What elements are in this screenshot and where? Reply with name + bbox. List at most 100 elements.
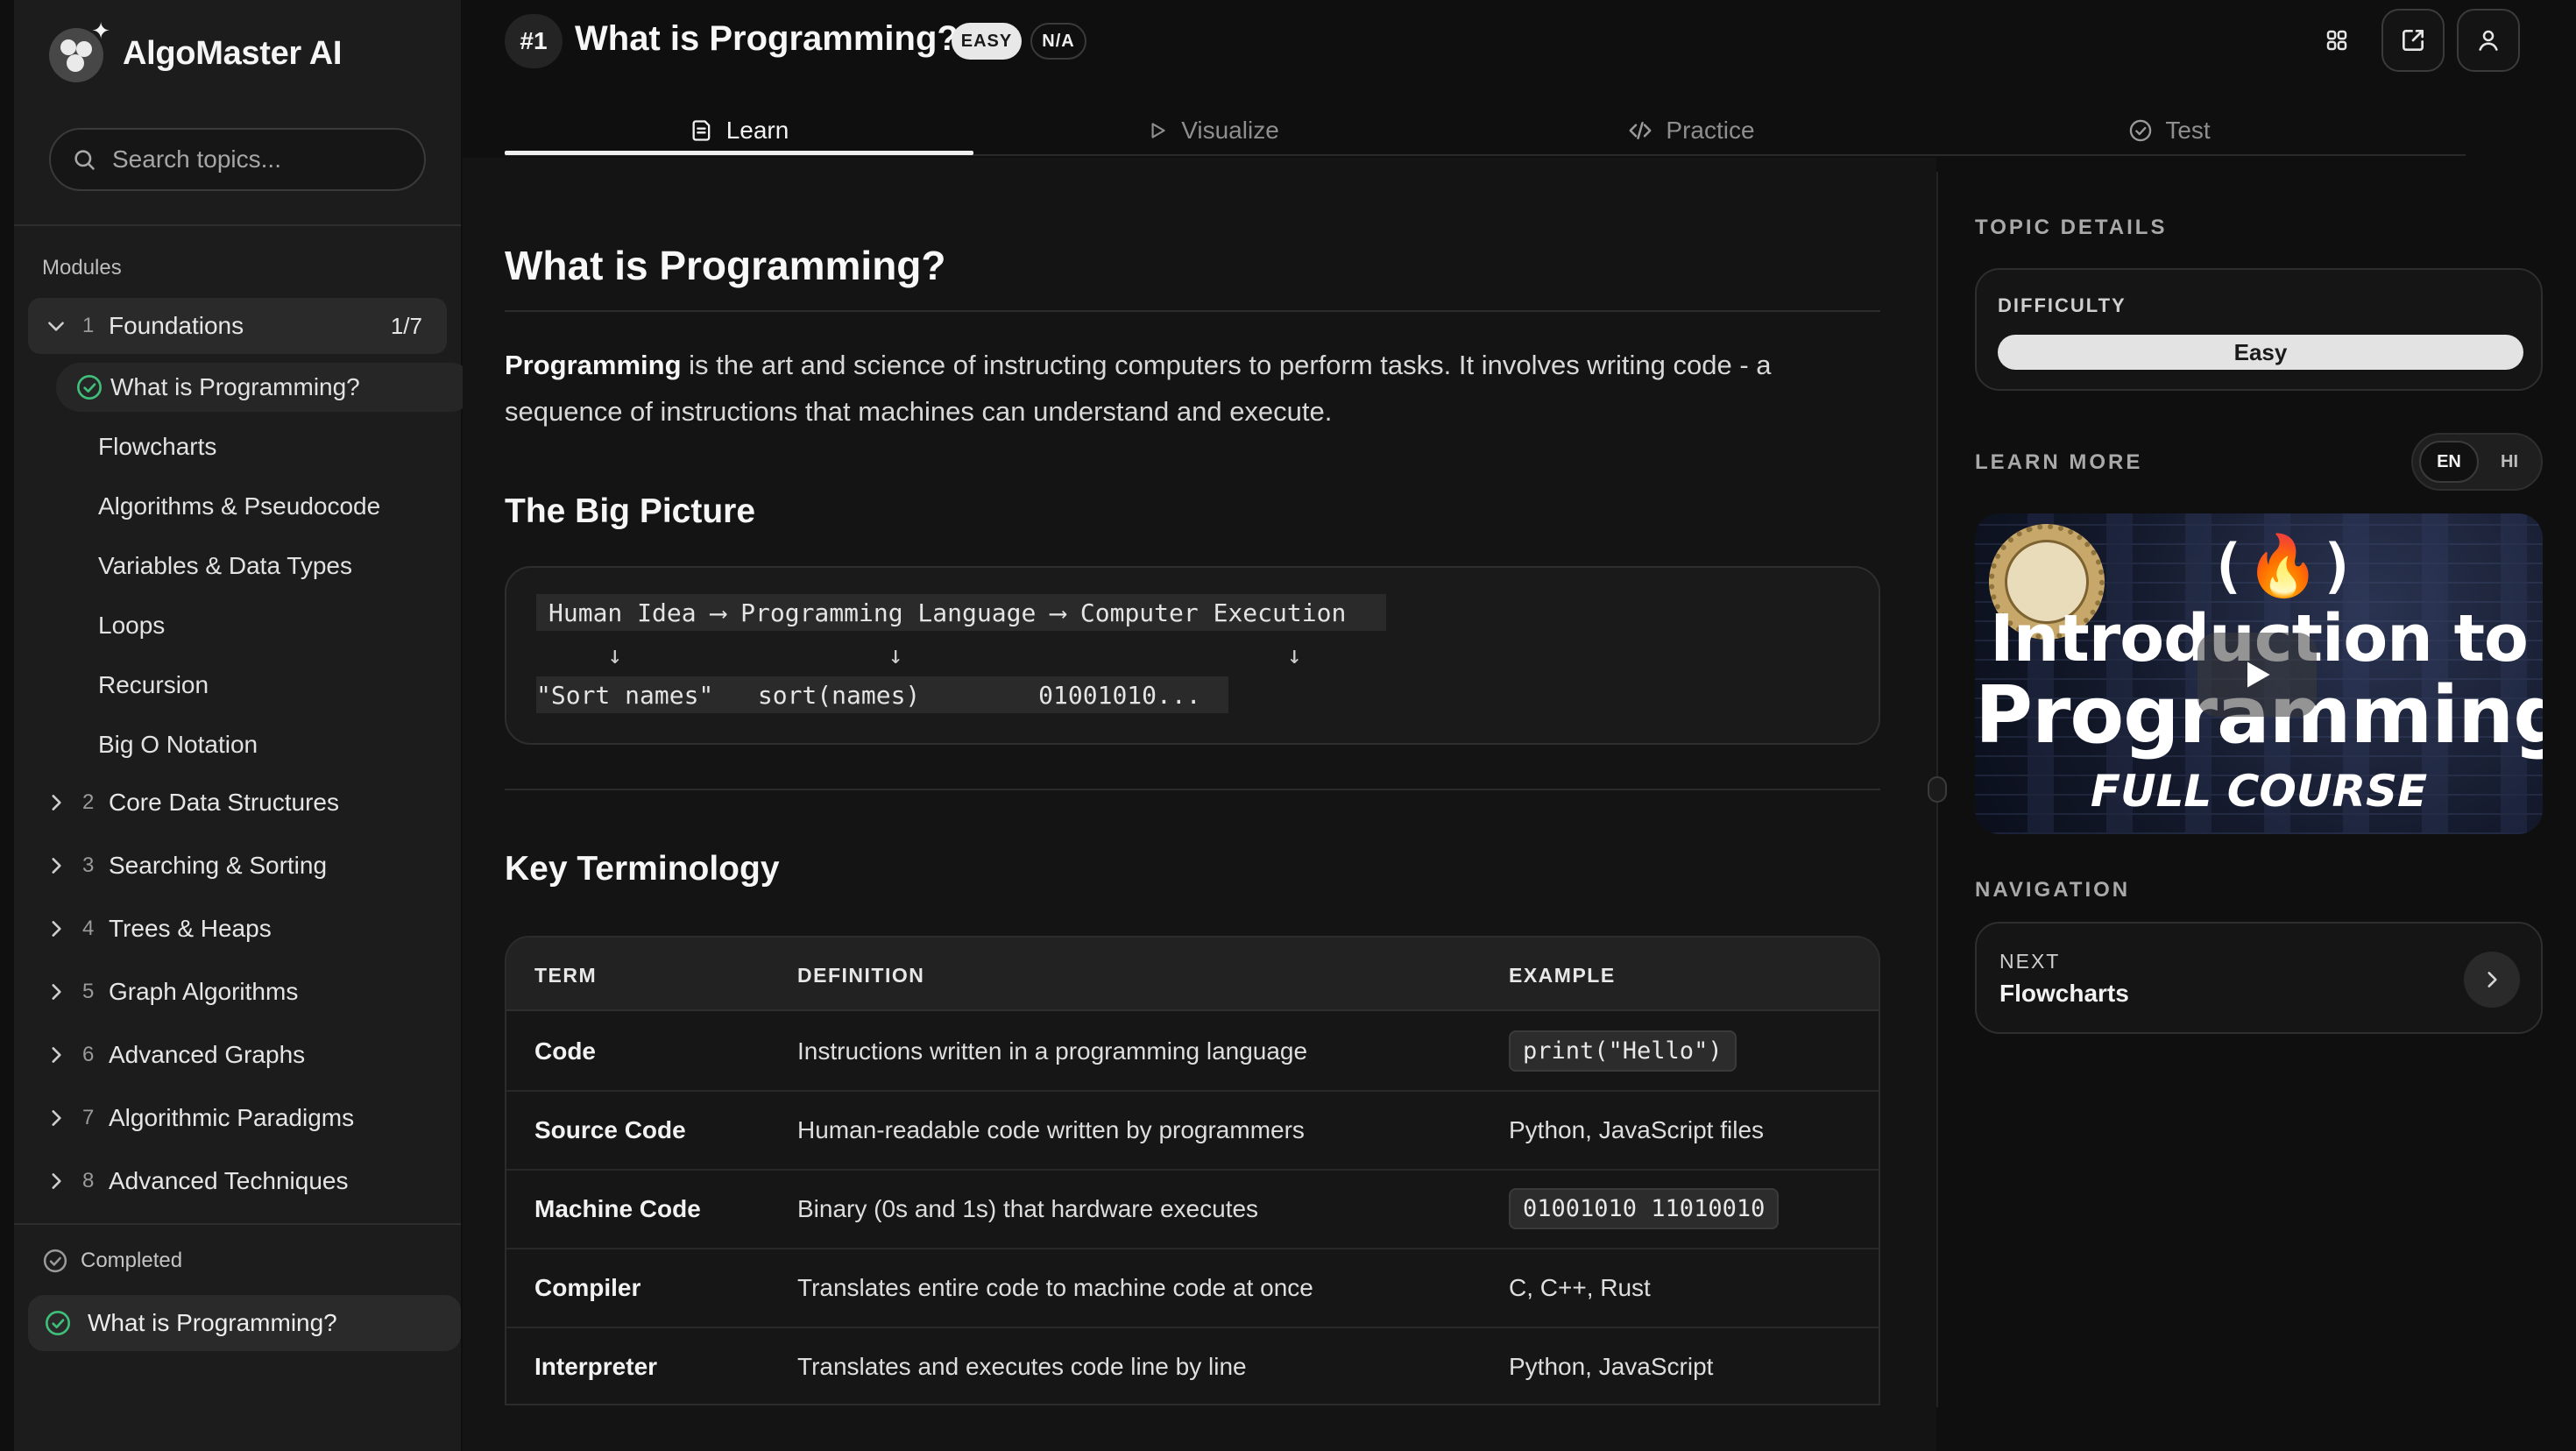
resize-handle[interactable]	[1928, 776, 1947, 803]
tab-label: Practice	[1666, 117, 1755, 144]
terminology-table: TERM DEFINITION EXAMPLE Code Instruction…	[505, 936, 1880, 1405]
completed-item-label: What is Programming?	[88, 1309, 337, 1336]
check-circle-icon	[77, 375, 102, 400]
completed-item[interactable]: What is Programming?	[28, 1295, 461, 1351]
video-title-line3: FULL COURSE	[2090, 766, 2428, 817]
divider	[505, 310, 1880, 312]
profile-button[interactable]	[2457, 9, 2520, 72]
difficulty-bar: Easy	[1998, 335, 2523, 370]
content-tabs: Learn Visualize Practice Test	[505, 105, 2466, 156]
play-button[interactable]	[2197, 633, 2317, 717]
module-number: 8	[82, 1169, 95, 1193]
module-title: Trees & Heaps	[109, 915, 272, 942]
tab-learn[interactable]: Learn	[505, 105, 973, 156]
chevron-down-icon	[39, 315, 74, 337]
language-toggle: EN HI	[2411, 433, 2543, 491]
next-topic-title: Flowcharts	[1999, 980, 2129, 1007]
difficulty-badge: EASY	[952, 23, 1022, 60]
tab-test[interactable]: Test	[1930, 105, 2409, 156]
module-searching-sorting[interactable]: 3 Searching & Sorting	[28, 838, 447, 894]
module-number: 5	[82, 980, 95, 1003]
term-cell: Code	[534, 1037, 596, 1065]
topic-big-o-notation[interactable]: Big O Notation	[98, 720, 258, 769]
code-block: Human Idea ⟶ Programming Language ⟶ Comp…	[536, 594, 1386, 717]
module-title: Advanced Graphs	[109, 1041, 306, 1068]
grid-view-button[interactable]	[2318, 9, 2355, 72]
topic-loops[interactable]: Loops	[98, 601, 165, 650]
chevron-right-icon	[39, 1107, 74, 1129]
module-advanced-techniques[interactable]: 8 Advanced Techniques	[28, 1153, 447, 1209]
next-topic-card[interactable]: NEXT Flowcharts	[1975, 922, 2543, 1034]
intro-bold-term: Programming	[505, 350, 682, 380]
document-icon	[692, 120, 711, 141]
freecodecamp-logo: (🔥)	[2210, 532, 2356, 601]
chevron-right-icon	[39, 791, 74, 814]
next-button[interactable]	[2464, 952, 2520, 1008]
module-advanced-graphs[interactable]: 6 Advanced Graphs	[28, 1027, 447, 1083]
module-number: 4	[82, 917, 95, 940]
module-algorithmic-paradigms[interactable]: 7 Algorithmic Paradigms	[28, 1090, 447, 1146]
grid-icon	[2326, 30, 2347, 51]
divider	[505, 789, 1880, 790]
topic-algorithms-pseudocode[interactable]: Algorithms & Pseudocode	[98, 482, 380, 531]
chevron-right-icon	[2488, 972, 2497, 987]
module-number: 1	[82, 314, 95, 337]
lang-option-en[interactable]: EN	[2419, 441, 2479, 483]
lang-option-hi[interactable]: HI	[2480, 441, 2539, 483]
navigation-label: NAVIGATION	[1975, 878, 2131, 902]
topic-label: Recursion	[98, 671, 209, 698]
user-icon	[2479, 30, 2498, 51]
module-trees-heaps[interactable]: 4 Trees & Heaps	[28, 901, 447, 957]
module-title: Graph Algorithms	[109, 978, 299, 1005]
column-header: DEFINITION	[797, 964, 925, 987]
topic-flowcharts[interactable]: Flowcharts	[98, 422, 216, 471]
intro-paragraph: Programming is the art and science of in…	[505, 342, 1854, 435]
module-number: 3	[82, 853, 95, 877]
topic-variables-data-types[interactable]: Variables & Data Types	[98, 541, 352, 591]
module-title: Algorithmic Paradigms	[109, 1104, 355, 1131]
module-title: Searching & Sorting	[109, 852, 328, 879]
search-input[interactable]	[112, 145, 410, 173]
search-box[interactable]	[49, 128, 426, 191]
tab-practice[interactable]: Practice	[1452, 105, 1930, 156]
definition-cell: Translates entire code to machine code a…	[797, 1274, 1313, 1301]
table-row: Interpreter Translates and executes code…	[506, 1328, 1879, 1404]
column-header: EXAMPLE	[1509, 964, 1616, 987]
sidebar-divider	[14, 1223, 461, 1225]
tab-label: Visualize	[1181, 117, 1279, 144]
topic-what-is-programming[interactable]: What is Programming?	[56, 363, 475, 412]
topic-label: Variables & Data Types	[98, 552, 353, 579]
tab-visualize[interactable]: Visualize	[973, 105, 1452, 156]
tab-label: Learn	[725, 117, 789, 144]
chevron-right-icon	[39, 854, 74, 877]
topic-recursion[interactable]: Recursion	[98, 661, 209, 710]
example-cell: Python, JavaScript files	[1509, 1116, 1765, 1143]
module-graph-algorithms[interactable]: 5 Graph Algorithms	[28, 964, 447, 1020]
code-line: ↓ ↓ ↓	[548, 640, 1302, 669]
definition-cell: Human-readable code written by programme…	[797, 1116, 1305, 1143]
difficulty-card: DIFFICULTY Easy	[1975, 268, 2543, 391]
check-circle-icon	[43, 1249, 67, 1273]
module-progress: 1/7	[390, 312, 422, 339]
definition-cell: Translates and executes code line by lin…	[797, 1353, 1247, 1380]
module-foundations[interactable]: 1 Foundations 1/7	[28, 298, 447, 354]
app-logo[interactable]: ✦ AlgoMaster AI	[49, 18, 343, 84]
module-core-data-structures[interactable]: 2 Core Data Structures	[28, 775, 447, 831]
module-number: 2	[82, 790, 95, 814]
topic-label: What is Programming?	[110, 373, 360, 400]
module-title: Foundations	[109, 312, 244, 339]
topic-label: Flowcharts	[98, 433, 217, 460]
table-row: Compiler Translates entire code to machi…	[506, 1249, 1879, 1328]
code-line: "Sort names" sort(names) 01001010...	[536, 676, 1228, 713]
big-picture-heading: The Big Picture	[505, 492, 756, 530]
term-cell: Compiler	[534, 1274, 641, 1301]
completed-section-label: Completed	[42, 1248, 182, 1274]
play-icon	[2247, 662, 2270, 688]
app-name: AlgoMaster AI	[123, 34, 343, 72]
completed-label-text: Completed	[81, 1249, 183, 1272]
topic-details-label: TOPIC DETAILS	[1975, 216, 2168, 239]
share-button[interactable]	[2381, 9, 2445, 72]
video-thumbnail[interactable]: (🔥) Introduction to Programming FULL COU…	[1975, 513, 2543, 834]
problem-number: #1	[505, 14, 563, 68]
example-cell: C, C++, Rust	[1509, 1274, 1651, 1301]
